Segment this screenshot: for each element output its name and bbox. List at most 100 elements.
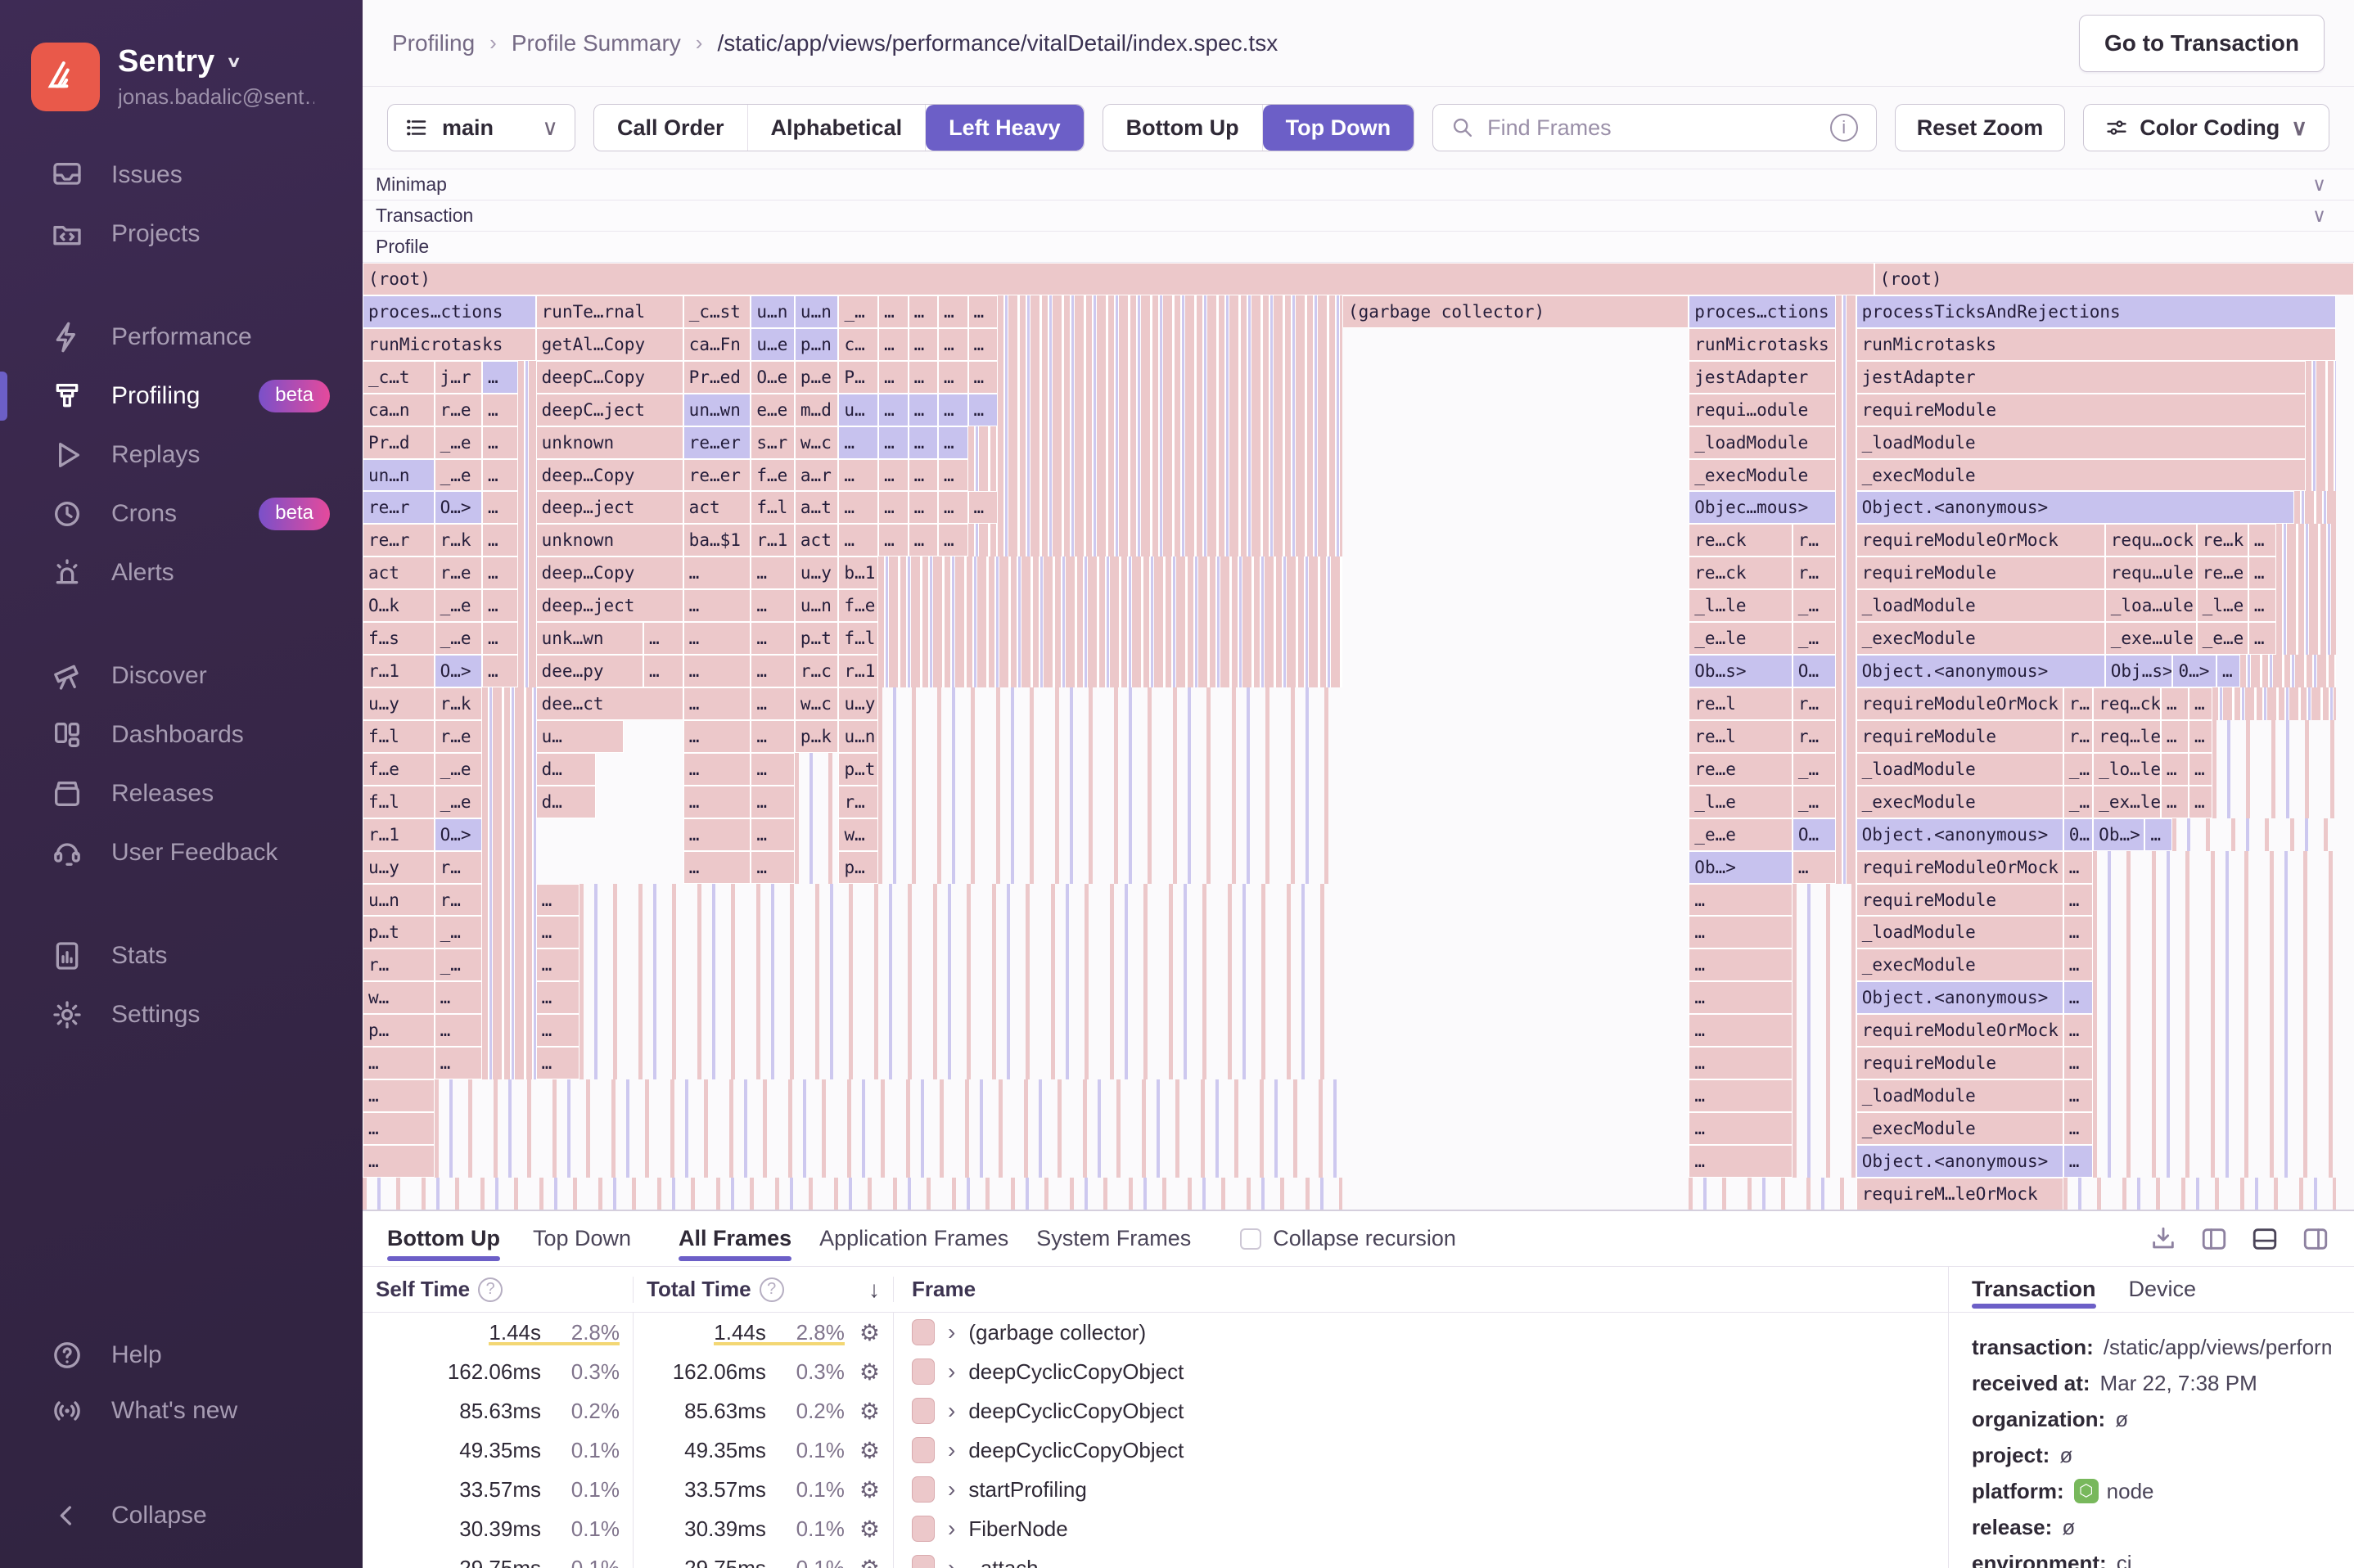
flame-cell[interactable]: jestAdapter: [1689, 361, 1836, 394]
flame-cell[interactable]: re…e: [2197, 556, 2248, 589]
flame-cell[interactable]: _loadModule: [1856, 1079, 2063, 1112]
flame-cell[interactable]: _…: [435, 948, 482, 981]
flame-cell[interactable]: re…er: [683, 426, 751, 459]
sort-left-heavy[interactable]: Left Heavy: [926, 105, 1084, 151]
flame-cell[interactable]: …: [363, 1145, 435, 1178]
flame-cell[interactable]: …: [751, 622, 795, 655]
tab-bottom-up[interactable]: Bottom Up: [387, 1211, 500, 1266]
flame-cell[interactable]: …: [2161, 687, 2189, 720]
flame-cell[interactable]: Object.<anonymous>: [1856, 491, 2294, 524]
flame-cell[interactable]: processTicksAndRejections: [1856, 295, 2336, 328]
flame-cell[interactable]: r…: [435, 851, 482, 884]
flame-cell[interactable]: r…: [2063, 687, 2093, 720]
flame-cell[interactable]: p…: [363, 1014, 435, 1047]
flame-cell[interactable]: requireModuleOrMock: [1856, 1014, 2063, 1047]
flame-cell[interactable]: requireModule: [1856, 556, 2105, 589]
flame-cell[interactable]: …: [838, 459, 878, 492]
flame-cell[interactable]: runMicrotasks: [1856, 328, 2336, 361]
flame-cell[interactable]: r…c: [795, 655, 839, 687]
flame-cell[interactable]: …: [838, 426, 878, 459]
flame-cell[interactable]: …: [363, 1112, 435, 1145]
flame-cell[interactable]: …: [536, 1014, 580, 1047]
flame-cell[interactable]: …: [909, 459, 938, 492]
flame-cell[interactable]: …: [482, 556, 518, 589]
flame-cell[interactable]: f…s: [363, 622, 435, 655]
gear-icon[interactable]: ⚙: [859, 1358, 880, 1386]
flame-cell[interactable]: …: [751, 589, 795, 622]
flame-cell[interactable]: f…e: [751, 459, 795, 492]
flame-cell[interactable]: …: [482, 394, 518, 426]
flame-cell[interactable]: _l…e: [1689, 786, 1793, 818]
flame-cell[interactable]: Pr…ed: [683, 361, 751, 394]
flame-cell[interactable]: runMicrotasks: [363, 328, 536, 361]
sidebar-item-releases[interactable]: Releases: [0, 764, 363, 823]
flame-cell[interactable]: u…y: [363, 687, 435, 720]
flame-cell[interactable]: (root): [363, 263, 1874, 295]
flame-cell[interactable]: …: [2248, 524, 2276, 556]
flame-cell[interactable]: …: [751, 655, 795, 687]
flame-cell[interactable]: e…e: [751, 394, 795, 426]
flame-cell[interactable]: …: [683, 818, 751, 851]
flame-cell[interactable]: …: [2063, 1079, 2093, 1112]
flame-cell[interactable]: _…e: [435, 459, 482, 492]
flame-cell[interactable]: …: [1689, 916, 1793, 948]
flame-cell[interactable]: unknown: [536, 426, 683, 459]
flame-cell[interactable]: …: [878, 491, 908, 524]
flame-cell[interactable]: _…e: [435, 753, 482, 786]
go-to-transaction-button[interactable]: Go to Transaction: [2079, 15, 2325, 72]
flame-cell[interactable]: requireModule: [1856, 1047, 2063, 1079]
flame-cell[interactable]: …: [751, 687, 795, 720]
sidebar-item-help[interactable]: Help: [0, 1327, 363, 1383]
table-row[interactable]: 1.44s2.8%1.44s2.8%⚙›(garbage collector): [363, 1313, 1948, 1352]
flame-cell[interactable]: …: [2189, 753, 2212, 786]
flame-cell[interactable]: …: [363, 1079, 435, 1112]
flame-cell[interactable]: Pr…d: [363, 426, 435, 459]
flame-cell[interactable]: r…: [1793, 720, 1837, 753]
flame-cell[interactable]: act: [683, 491, 751, 524]
flame-cell[interactable]: _l…e: [2197, 589, 2248, 622]
flame-cell[interactable]: …: [938, 295, 967, 328]
flame-cell[interactable]: …: [482, 655, 518, 687]
flame-cell[interactable]: …: [938, 524, 967, 556]
download-icon[interactable]: [2149, 1225, 2177, 1253]
details-tab-transaction[interactable]: Transaction: [1972, 1267, 2096, 1312]
flame-cell[interactable]: …: [838, 524, 878, 556]
flamegraph[interactable]: (root)(root)proces…ctionsrunTe…rnal_c…st…: [363, 262, 2354, 1210]
flame-cell[interactable]: r…k: [435, 687, 482, 720]
flame-cell[interactable]: …: [909, 524, 938, 556]
flame-cell[interactable]: runMicrotasks: [1689, 328, 1836, 361]
flame-cell[interactable]: …: [968, 491, 998, 524]
find-frames-search[interactable]: i: [1432, 104, 1877, 151]
flame-cell[interactable]: Object.<anonymous>: [1856, 981, 2063, 1014]
flame-cell[interactable]: un…wn: [683, 394, 751, 426]
flame-cell[interactable]: r…k: [435, 524, 482, 556]
flame-cell[interactable]: _loadModule: [1856, 589, 2105, 622]
flame-cell[interactable]: f…l: [838, 622, 878, 655]
flame-cell[interactable]: act: [363, 556, 435, 589]
flame-cell[interactable]: _…e: [435, 786, 482, 818]
transaction-section-header[interactable]: Transaction ∨: [363, 200, 2354, 231]
flame-cell[interactable]: _e…e: [2197, 622, 2248, 655]
flame-cell[interactable]: …: [482, 589, 518, 622]
flame-cell[interactable]: re…er: [683, 459, 751, 492]
flame-cell[interactable]: …: [1689, 1014, 1793, 1047]
tab-all-frames[interactable]: All Frames: [679, 1211, 791, 1266]
flame-cell[interactable]: requireM…leOrMock: [1856, 1178, 2063, 1210]
flame-cell[interactable]: …: [968, 295, 998, 328]
gear-icon[interactable]: ⚙: [859, 1437, 880, 1464]
flame-cell[interactable]: …: [683, 589, 751, 622]
table-row[interactable]: 33.57ms0.1%33.57ms0.1%⚙›startProfiling: [363, 1470, 1948, 1509]
flame-cell[interactable]: ca…n: [363, 394, 435, 426]
breadcrumb-profiling[interactable]: Profiling: [392, 30, 475, 56]
sidebar-item-projects[interactable]: Projects: [0, 205, 363, 264]
flame-cell[interactable]: …: [968, 361, 998, 394]
gear-icon[interactable]: ⚙: [859, 1319, 880, 1346]
flame-cell[interactable]: _…: [1793, 589, 1837, 622]
flame-cell[interactable]: w…: [363, 981, 435, 1014]
flame-cell[interactable]: dee…py: [536, 655, 643, 687]
flame-cell[interactable]: proces…ctions: [363, 295, 536, 328]
flame-cell[interactable]: …: [2189, 720, 2212, 753]
flame-cell[interactable]: …: [751, 720, 795, 753]
reset-zoom-button[interactable]: Reset Zoom: [1895, 104, 2066, 151]
sidebar-item-discover[interactable]: Discover: [0, 647, 363, 705]
